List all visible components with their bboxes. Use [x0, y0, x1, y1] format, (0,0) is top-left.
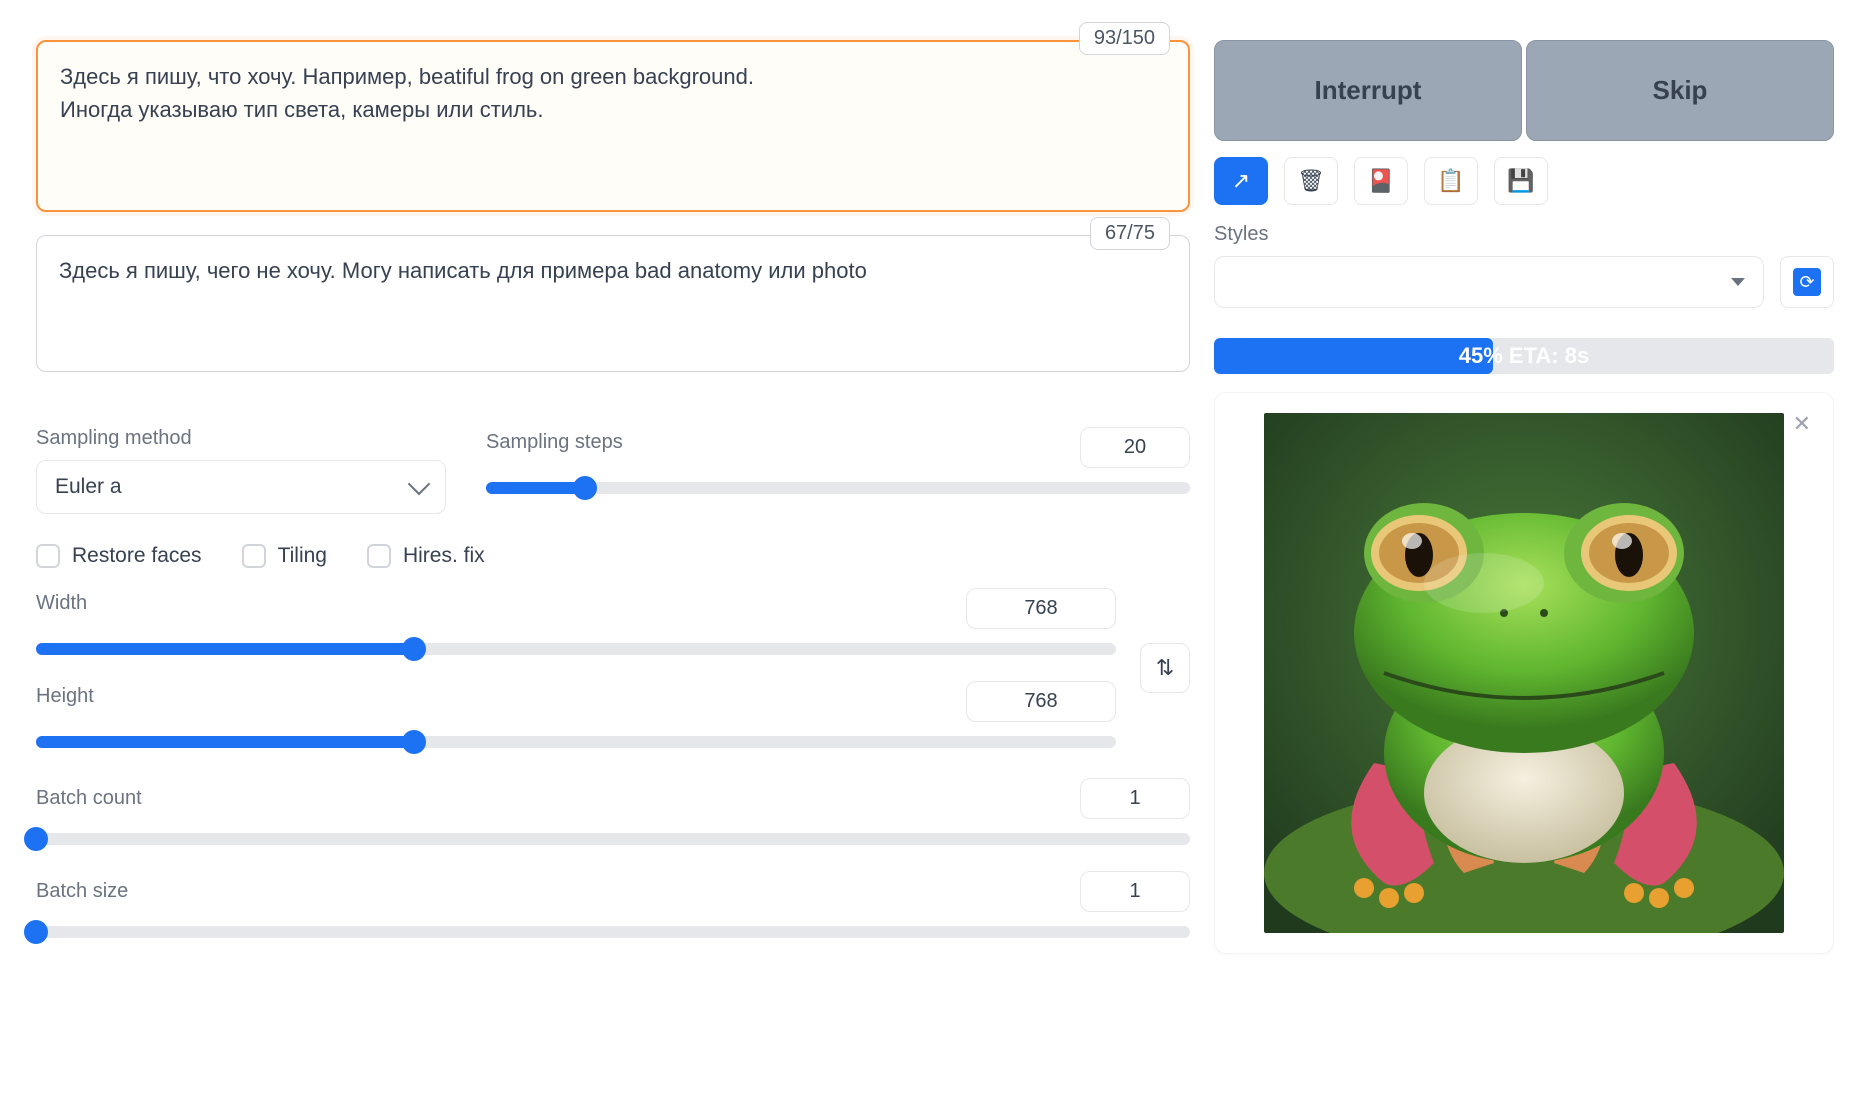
close-preview-button[interactable]: ✕: [1793, 411, 1811, 437]
negative-prompt-input[interactable]: [36, 235, 1190, 372]
sampling-steps-slider[interactable]: [486, 482, 1190, 494]
trash-icon: 🗑: [1297, 168, 1325, 194]
prompt-token-count: 93/150: [1079, 22, 1170, 55]
send-to-button[interactable]: ↗: [1214, 157, 1268, 205]
hires-fix-checkbox[interactable]: Hires. fix: [367, 544, 485, 568]
height-slider[interactable]: [36, 736, 1116, 748]
clipboard-icon: 📋: [1437, 168, 1464, 194]
prompt-input[interactable]: [36, 40, 1190, 212]
generated-image: [1264, 413, 1784, 933]
prompt-field-wrap: 93/150: [36, 40, 1190, 217]
height-label: Height: [36, 685, 94, 708]
negative-token-count: 67/75: [1090, 217, 1170, 250]
arrow-icon: ↗: [1232, 168, 1250, 194]
delete-button[interactable]: 🗑: [1284, 157, 1338, 205]
refresh-styles-button[interactable]: ⟳: [1780, 256, 1834, 308]
progress-text: 45% ETA: 8s: [1214, 338, 1834, 374]
dropdown-icon: [1731, 278, 1745, 286]
batch-count-slider[interactable]: [36, 833, 1190, 845]
progress-bar: 45% ETA: 8s: [1214, 338, 1834, 374]
batch-size-slider[interactable]: [36, 926, 1190, 938]
card-icon: 🎴: [1367, 168, 1394, 194]
width-slider[interactable]: [36, 643, 1116, 655]
restore-faces-checkbox[interactable]: Restore faces: [36, 544, 202, 568]
swap-dimensions-button[interactable]: ⇅: [1140, 643, 1190, 693]
refresh-icon: ⟳: [1799, 272, 1814, 293]
styles-label: Styles: [1214, 223, 1764, 246]
styles-select[interactable]: [1214, 256, 1764, 308]
save-icon: 💾: [1507, 168, 1534, 194]
clipboard-button[interactable]: 📋: [1424, 157, 1478, 205]
height-value[interactable]: 768: [966, 681, 1116, 722]
skip-button[interactable]: Skip: [1526, 40, 1834, 141]
negative-field-wrap: 67/75: [36, 235, 1190, 377]
swap-icon: ⇅: [1156, 655, 1174, 681]
width-value[interactable]: 768: [966, 588, 1116, 629]
width-label: Width: [36, 592, 87, 615]
preview-box: ✕: [1214, 392, 1834, 954]
sampling-method-select[interactable]: Euler a: [36, 460, 446, 514]
sampling-steps-label: Sampling steps: [486, 431, 623, 454]
interrupt-button[interactable]: Interrupt: [1214, 40, 1522, 141]
sampling-steps-value[interactable]: 20: [1080, 427, 1190, 468]
sampling-method-value: Euler a: [55, 475, 122, 499]
batch-count-value[interactable]: 1: [1080, 778, 1190, 819]
batch-size-value[interactable]: 1: [1080, 871, 1190, 912]
batch-size-label: Batch size: [36, 880, 128, 903]
style-button[interactable]: 🎴: [1354, 157, 1408, 205]
sampling-method-label: Sampling method: [36, 427, 446, 450]
tiling-checkbox[interactable]: Tiling: [242, 544, 327, 568]
batch-count-label: Batch count: [36, 787, 142, 810]
chevron-down-icon: [408, 473, 431, 496]
save-button[interactable]: 💾: [1494, 157, 1548, 205]
